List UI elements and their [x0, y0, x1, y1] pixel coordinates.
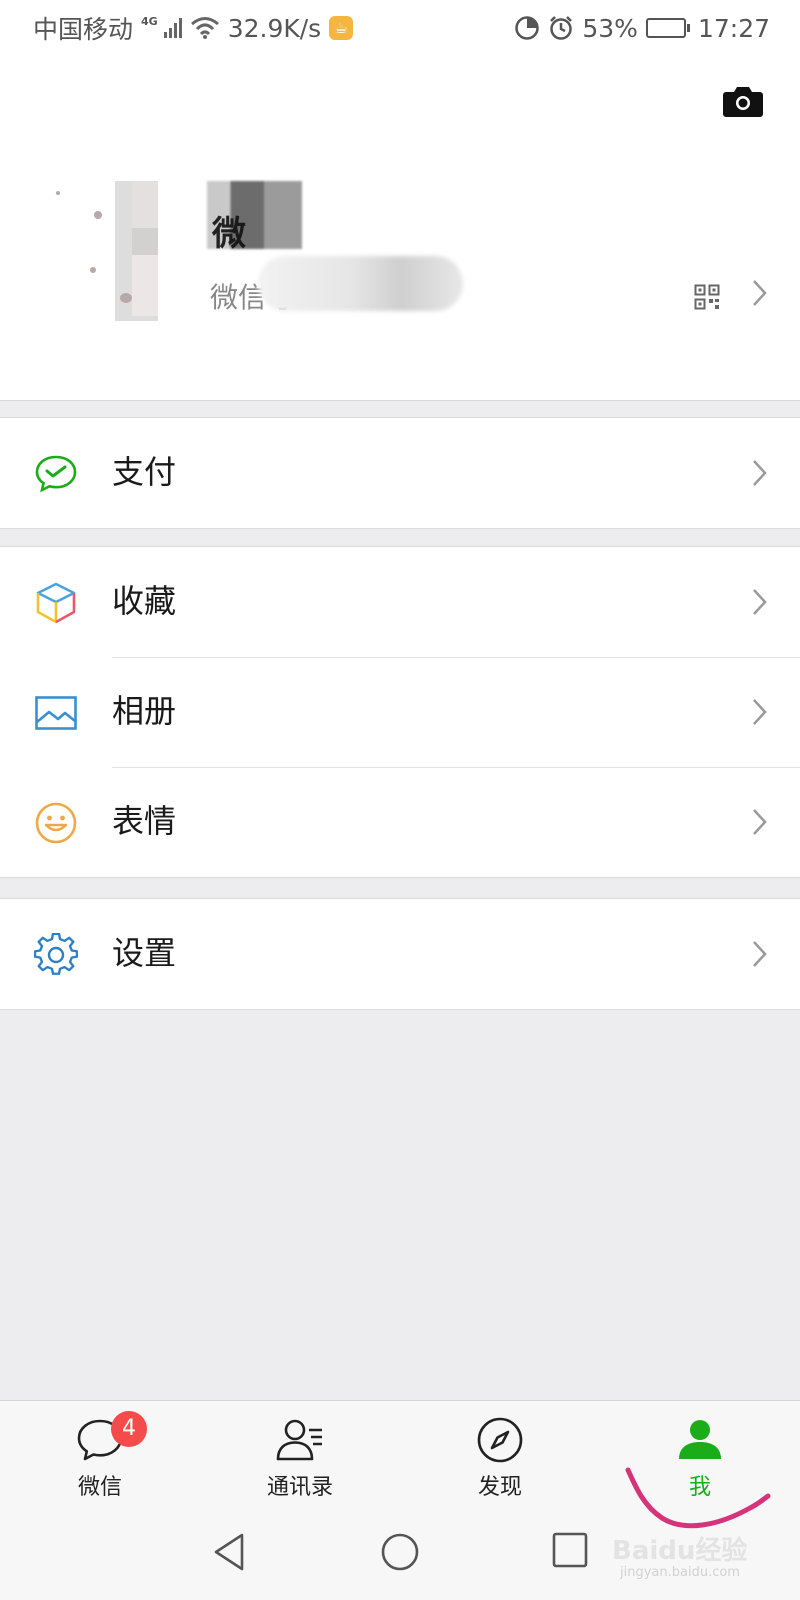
- menu-item-label: 设置: [112, 934, 177, 972]
- tab-label: 通讯录: [266, 1475, 333, 1500]
- tab-label: 微信: [77, 1475, 122, 1500]
- menu-item-settings[interactable]: 设置: [0, 899, 800, 1009]
- wifi-icon: [190, 17, 219, 39]
- network-type: 4G: [141, 14, 158, 28]
- avatar[interactable]: [50, 181, 158, 321]
- watermark: Baidu经验 jingyan.baidu.com: [612, 1530, 747, 1580]
- menu-item-label: 表情: [112, 802, 177, 840]
- unread-badge: 4: [111, 1411, 147, 1447]
- app-notification-icon: ☕: [329, 16, 354, 40]
- network-speed: 32.9K/s: [227, 13, 322, 43]
- tab-contacts[interactable]: 通讯录: [200, 1401, 400, 1511]
- compass-icon: [477, 1417, 523, 1463]
- chevron-right-icon: [753, 699, 767, 725]
- chevron-right-icon: [753, 280, 767, 306]
- annotation-stroke: [625, 1467, 771, 1529]
- back-icon[interactable]: [212, 1532, 246, 1572]
- carrier-name: 中国移动: [33, 15, 134, 44]
- signal-icon: [163, 18, 182, 38]
- qr-code-icon[interactable]: [694, 284, 720, 310]
- menu-item-album[interactable]: 相册: [0, 657, 800, 767]
- wechat-pay-icon: [35, 455, 77, 493]
- me-person-icon: [679, 1420, 721, 1459]
- menu-item-pay[interactable]: 支付: [0, 418, 800, 528]
- menu-group-content: 收藏 相册 表情: [0, 546, 800, 878]
- favorites-cube-icon: [36, 582, 76, 624]
- menu-group-settings: 设置: [0, 898, 800, 1010]
- profile-card[interactable]: 微 微信号：kera: [0, 56, 800, 401]
- battery-icon: [645, 18, 690, 38]
- camera-icon[interactable]: [722, 84, 764, 118]
- status-bar: 中国移动 4G 32.9K/s ☕ 53% 17:27: [0, 0, 800, 56]
- menu-item-label: 相册: [112, 692, 177, 730]
- chevron-right-icon: [753, 941, 767, 967]
- menu-item-label: 支付: [112, 453, 177, 491]
- contacts-icon: [276, 1419, 322, 1461]
- menu-group-pay: 支付: [0, 417, 800, 529]
- sticker-smile-icon: [35, 802, 77, 844]
- clock: 17:27: [697, 13, 770, 43]
- menu-item-label: 收藏: [112, 582, 177, 620]
- nickname: 微: [212, 214, 246, 254]
- settings-gear-icon: [34, 933, 78, 975]
- watermark-text: Baidu经验: [612, 1536, 748, 1566]
- recents-icon[interactable]: [552, 1532, 588, 1568]
- menu-item-favorites[interactable]: 收藏: [0, 547, 800, 657]
- tab-discover[interactable]: 发现: [400, 1401, 600, 1511]
- battery-percent: 53%: [582, 13, 638, 43]
- alarm-icon: [550, 16, 573, 40]
- menu-item-stickers[interactable]: 表情: [0, 767, 800, 877]
- album-icon: [35, 696, 77, 730]
- wechat-id-mosaic: [258, 256, 463, 311]
- data-saver-icon: [515, 16, 540, 40]
- chevron-right-icon: [753, 809, 767, 835]
- tab-chats[interactable]: 4 微信: [0, 1401, 200, 1511]
- home-icon[interactable]: [380, 1532, 420, 1572]
- chevron-right-icon: [753, 589, 767, 615]
- chevron-right-icon: [753, 460, 767, 486]
- watermark-url: jingyan.baidu.com: [620, 1565, 740, 1580]
- tab-label: 发现: [477, 1475, 522, 1500]
